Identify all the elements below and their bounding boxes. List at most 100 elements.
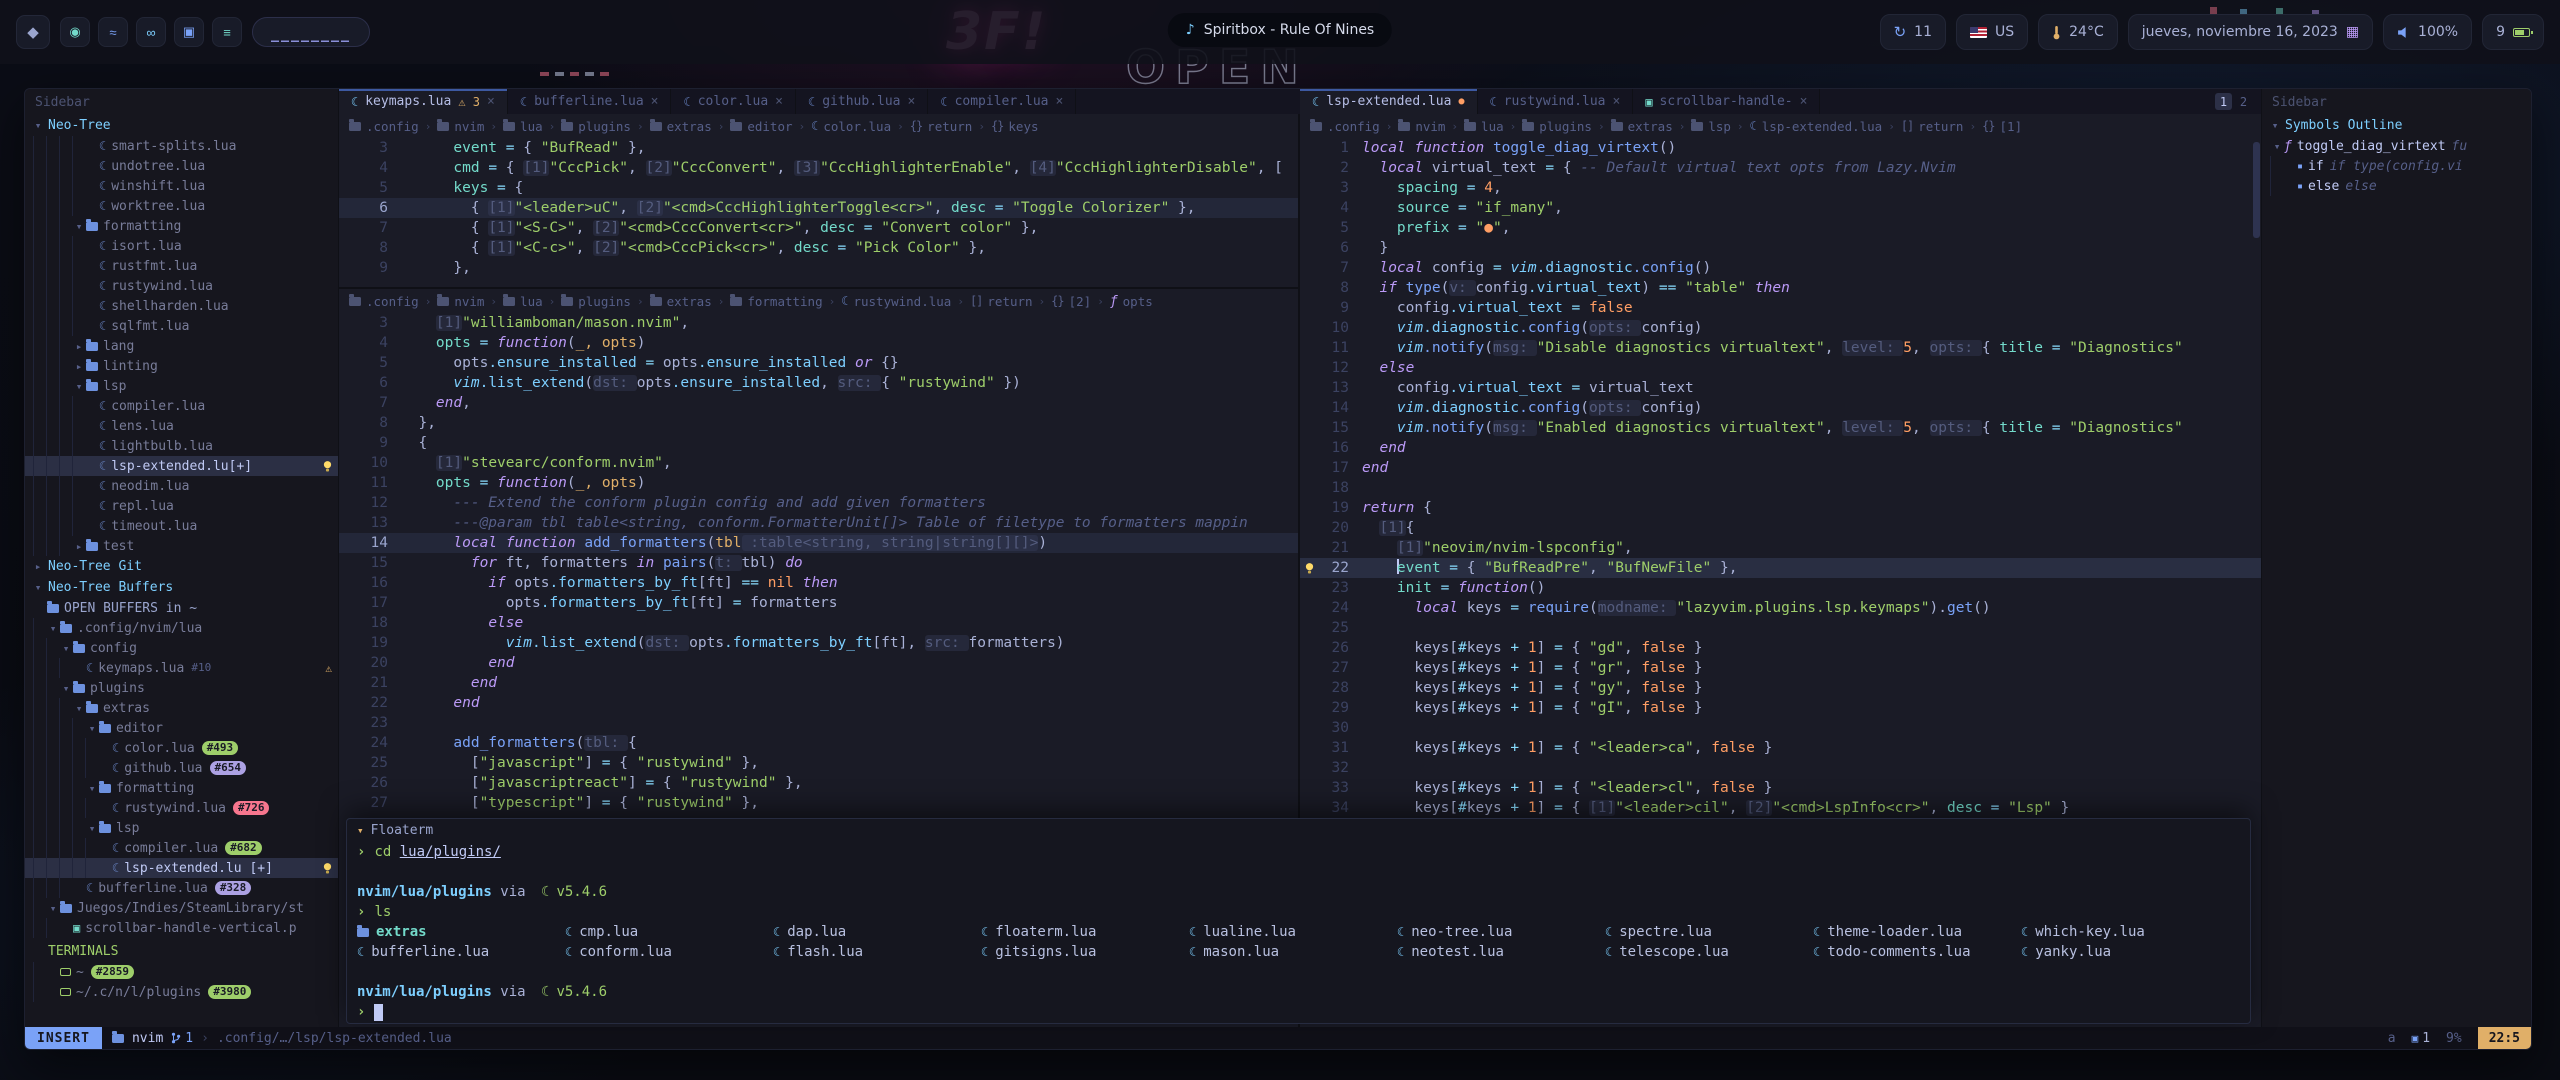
menu-button[interactable]: ≡ — [212, 17, 242, 47]
breadcrumb-item-config[interactable]: .config — [349, 294, 419, 309]
tabpage-1[interactable]: 1 — [2215, 93, 2232, 110]
temperature-widget[interactable]: 24°C — [2038, 14, 2118, 50]
wave-button[interactable]: ≈ — [98, 17, 128, 47]
tree-item-rustywind-lua[interactable]: ☾rustywind.lua#726 — [25, 798, 338, 818]
tree-item-keymaps-lua[interactable]: ☾keymaps.lua#10⚠ — [25, 658, 338, 678]
tree-item-rustywind-lua[interactable]: ☾rustywind.lua — [25, 276, 338, 296]
tree-item-editor[interactable]: ▾editor — [25, 718, 338, 738]
tree-item-c-n-l-plugins[interactable]: ~/.c/n/l/plugins#3980 — [25, 982, 338, 1002]
breadcrumb-item-extras[interactable]: extras — [1611, 119, 1673, 134]
symbol-item-toggle-diag-virtext[interactable]: ▾ƒtoggle_diag_virtextfu — [2262, 136, 2531, 156]
tree-item-scrollbar-handle-vertical-p[interactable]: ▣scrollbar-handle-vertical.p — [25, 918, 338, 938]
breadcrumb-item-rustywind-lua[interactable]: ☾rustywind.lua — [841, 294, 951, 309]
tree-item-lsp-extended-lu[interactable]: ☾lsp-extended.lu [+] — [25, 858, 338, 878]
tree-item-lsp-extended-lu[interactable]: ☾lsp-extended.lu[+] — [25, 456, 338, 476]
breadcrumb-item-extras[interactable]: extras — [650, 119, 712, 134]
tree-item-timeout-lua[interactable]: ☾timeout.lua — [25, 516, 338, 536]
tree-item-sqlfmt-lua[interactable]: ☾sqlfmt.lua — [25, 316, 338, 336]
updates-widget[interactable]: ↻11 — [1880, 14, 1946, 50]
breadcrumb-item-nvim[interactable]: nvim — [437, 119, 484, 134]
tree-item-compiler-lua[interactable]: ☾compiler.lua — [25, 396, 338, 416]
breadcrumb-item-lua[interactable]: lua — [503, 119, 543, 134]
workspaces-indicator[interactable]: ________ — [252, 17, 370, 47]
tree-item-config-nvim-lua[interactable]: ▾.config/nvim/lua — [25, 618, 338, 638]
breadcrumb-item-lua[interactable]: lua — [503, 294, 543, 309]
tree-item-lens-lua[interactable]: ☾lens.lua — [25, 416, 338, 436]
tab-color-lua[interactable]: ☾color.lua× — [671, 89, 796, 114]
tree-item-undotree-lua[interactable]: ☾undotree.lua — [25, 156, 338, 176]
tree-item-rustfmt-lua[interactable]: ☾rustfmt.lua — [25, 256, 338, 276]
section-header-neo-tree-git[interactable]: ▸Neo-Tree Git — [25, 556, 338, 577]
tree-item-lang[interactable]: ▸lang — [25, 336, 338, 356]
close-icon[interactable]: × — [775, 94, 783, 109]
section-header-neo-tree[interactable]: ▾Neo-Tree — [25, 115, 338, 136]
breadcrumb-item-2[interactable]: {}[2] — [1051, 294, 1091, 309]
tree-item-winshift-lua[interactable]: ☾winshift.lua — [25, 176, 338, 196]
date-widget[interactable]: jueves, noviembre 16, 2023▦ — [2128, 14, 2373, 50]
tree-item-lightbulb-lua[interactable]: ☾lightbulb.lua — [25, 436, 338, 456]
tree-item-smart-splits-lua[interactable]: ☾smart-splits.lua — [25, 136, 338, 156]
breadcrumb-item-opts[interactable]: ƒopts — [1110, 294, 1153, 309]
breadcrumb-item-nvim[interactable]: nvim — [1398, 119, 1445, 134]
tree-item-compiler-lua[interactable]: ☾compiler.lua#682 — [25, 838, 338, 858]
git-branch-indicator[interactable]: 1 — [171, 1031, 193, 1046]
tree-item-neodim-lua[interactable]: ☾neodim.lua — [25, 476, 338, 496]
breadcrumb-item-return[interactable]: []return — [1901, 119, 1964, 134]
tree-item-formatting[interactable]: ▾formatting — [25, 216, 338, 236]
section-header-symbols-outline[interactable]: ▾Symbols Outline — [2262, 115, 2531, 136]
close-icon[interactable]: × — [651, 94, 659, 109]
tab-keymaps-lua[interactable]: ☾keymaps.lua⚠ 3× — [339, 89, 508, 114]
breadcrumb-item-return[interactable]: []return — [970, 294, 1033, 309]
tree-item-shellharden-lua[interactable]: ☾shellharden.lua — [25, 296, 338, 316]
tab-lsp-extended-lua[interactable]: ☾lsp-extended.lua● — [1300, 89, 1478, 114]
breadcrumb-item-color-lua[interactable]: ☾color.lua — [811, 119, 891, 134]
breadcrumb-item-lsp[interactable]: lsp — [1691, 119, 1731, 134]
breadcrumb-item-lsp-extended-lua[interactable]: ☾lsp-extended.lua — [1750, 119, 1883, 134]
tree-item-lsp[interactable]: ▾lsp — [25, 818, 338, 838]
tab-scrollbar-handle[interactable]: ▣scrollbar-handle-× — [1633, 89, 1820, 114]
tree-item-isort-lua[interactable]: ☾isort.lua — [25, 236, 338, 256]
section-header-terminals[interactable]: TERMINALS — [25, 941, 338, 962]
keyboard-layout-widget[interactable]: US — [1956, 14, 2028, 50]
power-button[interactable]: ◉ — [60, 17, 90, 47]
tree-item-open-buffers-in[interactable]: OPEN BUFFERS in ~ — [25, 598, 338, 618]
breadcrumb-item-plugins[interactable]: plugins — [561, 294, 631, 309]
breadcrumb-item-config[interactable]: .config — [349, 119, 419, 134]
breadcrumb-item-extras[interactable]: extras — [650, 294, 712, 309]
tab-bufferline-lua[interactable]: ☾bufferline.lua× — [508, 89, 672, 114]
close-icon[interactable]: × — [487, 94, 495, 109]
floaterm-window[interactable]: ▾Floaterm›cd lua/plugins/ nvim/lua/plugi… — [346, 818, 2251, 1024]
launcher-button[interactable]: ◆ — [16, 15, 50, 49]
tree-item-config[interactable]: ▾config — [25, 638, 338, 658]
breadcrumb-item-formatting[interactable]: formatting — [730, 294, 822, 309]
tree-item-item[interactable]: ~#2859 — [25, 962, 338, 982]
section-header-neo-tree-buffers[interactable]: ▾Neo-Tree Buffers — [25, 577, 338, 598]
tree-item-plugins[interactable]: ▾plugins — [25, 678, 338, 698]
breadcrumb-item-config[interactable]: .config — [1310, 119, 1380, 134]
tab-github-lua[interactable]: ☾github.lua× — [796, 89, 928, 114]
infinity-button[interactable]: ∞ — [136, 17, 166, 47]
tree-item-juegos-indies-steamlibrary-st[interactable]: ▾Juegos/Indies/SteamLibrary/st — [25, 898, 338, 918]
tree-item-linting[interactable]: ▸linting — [25, 356, 338, 376]
editor-pane-color-lua[interactable]: .config›nvim›lua›plugins›extras›editor›☾… — [339, 114, 1298, 289]
close-icon[interactable]: × — [1800, 94, 1808, 109]
breadcrumb-item-return[interactable]: {}return — [910, 119, 973, 134]
close-icon[interactable]: × — [1612, 94, 1620, 109]
breadcrumb-item-1[interactable]: {}[1] — [1982, 119, 2022, 134]
breadcrumb-item-lua[interactable]: lua — [1464, 119, 1504, 134]
scrollbar-handle[interactable] — [2253, 142, 2260, 238]
tree-item-color-lua[interactable]: ☾color.lua#493 — [25, 738, 338, 758]
tree-item-repl-lua[interactable]: ☾repl.lua — [25, 496, 338, 516]
now-playing-widget[interactable]: ♪ Spiritbox - Rule Of Nines — [1168, 13, 1392, 47]
breadcrumb-item-plugins[interactable]: plugins — [1522, 119, 1592, 134]
battery-widget[interactable]: 9 — [2482, 14, 2544, 50]
tree-item-lsp[interactable]: ▾lsp — [25, 376, 338, 396]
tabpage-2[interactable]: 2 — [2235, 93, 2252, 110]
volume-widget[interactable]: 100% — [2383, 14, 2472, 50]
tree-item-bufferline-lua[interactable]: ☾bufferline.lua#328 — [25, 878, 338, 898]
breadcrumb-item-nvim[interactable]: nvim — [437, 294, 484, 309]
tab-compiler-lua[interactable]: ☾compiler.lua× — [928, 89, 1076, 114]
breadcrumb-item-plugins[interactable]: plugins — [561, 119, 631, 134]
tab-rustywind-lua[interactable]: ☾rustywind.lua× — [1478, 89, 1634, 114]
tree-item-worktree-lua[interactable]: ☾worktree.lua — [25, 196, 338, 216]
